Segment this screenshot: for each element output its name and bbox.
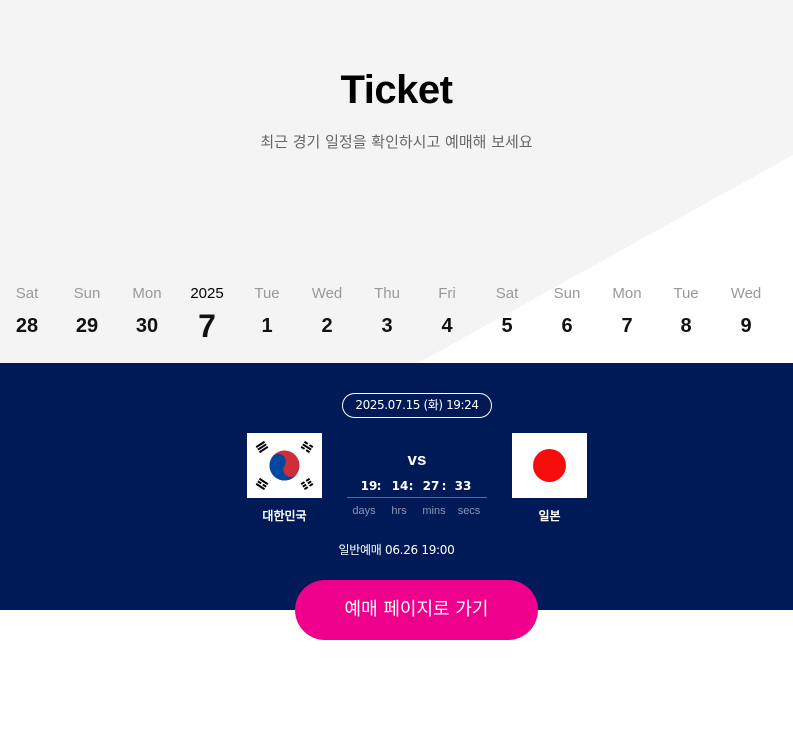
- date-weekday: Mon: [612, 285, 642, 302]
- date-item[interactable]: Tue 8: [656, 284, 716, 336]
- home-team-name: 대한민국: [262, 509, 307, 523]
- unit-seconds: secs: [457, 505, 481, 517]
- date-number: 3: [381, 315, 393, 337]
- date-weekday: Fri: [438, 285, 456, 302]
- date-weekday: Thu: [374, 285, 400, 302]
- date-number: 28: [15, 315, 39, 337]
- date-number: 6: [561, 315, 573, 337]
- presale-info: 일반예매 06.26 19:00: [338, 543, 455, 557]
- date-weekday: Sun: [73, 285, 101, 302]
- date-item[interactable]: Thu 3: [357, 284, 417, 336]
- countdown-separator: :: [441, 479, 447, 493]
- hero-section: Ticket 최근 경기 일정을 확인하시고 예매해 보세요 Sat 28 Su…: [0, 0, 793, 363]
- date-item[interactable]: Sat 5: [477, 284, 537, 336]
- date-number: 29: [75, 315, 99, 337]
- date-weekday: Wed: [311, 285, 343, 302]
- date-item[interactable]: Mon 30: [117, 284, 177, 336]
- date-item[interactable]: Wed 2: [297, 284, 357, 336]
- date-item[interactable]: Mon 7: [597, 284, 657, 336]
- date-weekday: Sat: [15, 285, 39, 302]
- unit-minutes: mins: [422, 505, 446, 517]
- date-weekday: Sat: [495, 285, 519, 302]
- match-datetime-badge: 2025.07.15 (화) 19:24: [342, 393, 492, 418]
- current-month: 7: [198, 308, 216, 344]
- date-number: 2: [321, 315, 333, 337]
- countdown-separator: :: [376, 479, 382, 493]
- page-title: Ticket: [340, 68, 453, 112]
- home-team: 대한민국: [247, 433, 322, 524]
- date-number: 7: [621, 315, 633, 337]
- countdown-separator: :: [408, 479, 414, 493]
- unit-hours: hrs: [391, 505, 407, 517]
- date-weekday: Mon: [132, 285, 162, 302]
- countdown-seconds: 33: [454, 479, 472, 493]
- date-item[interactable]: Sat 28: [0, 284, 57, 336]
- page-subtitle: 최근 경기 일정을 확인하시고 예매해 보세요: [260, 133, 533, 151]
- date-weekday: Wed: [730, 285, 762, 302]
- match-card: 2025.07.15 (화) 19:24 대한민국 vs 19: 14: 2…: [0, 363, 793, 610]
- date-number: 1: [261, 315, 273, 337]
- date-number: 9: [740, 315, 752, 337]
- countdown-timer: 19 : 14 : 27 : 33: [347, 477, 487, 498]
- korea-flag-icon: [247, 433, 322, 498]
- countdown-units: days hrs mins secs: [347, 505, 487, 521]
- date-number: 30: [135, 315, 159, 337]
- current-year: 2025: [190, 285, 224, 302]
- date-item[interactable]: Fri 4: [417, 284, 477, 336]
- date-strip: Sat 28 Sun 29 Mon 30 2025 7 Tue 1 Wed 2 …: [0, 284, 793, 344]
- current-month-item[interactable]: 2025 7: [177, 284, 237, 344]
- vs-label: vs: [407, 450, 427, 469]
- date-item[interactable]: Sun 29: [57, 284, 117, 336]
- date-number: 8: [680, 315, 692, 337]
- date-weekday: Tue: [254, 285, 280, 302]
- japan-flag-icon: [512, 433, 587, 498]
- date-weekday: Sun: [553, 285, 581, 302]
- date-number: 4: [441, 315, 453, 337]
- booking-page-button[interactable]: 예매 페이지로 가기: [295, 580, 538, 640]
- date-number: 5: [501, 315, 513, 337]
- unit-days: days: [352, 505, 376, 517]
- date-item[interactable]: Sun 6: [537, 284, 597, 336]
- away-team: 일본: [512, 433, 587, 524]
- date-item[interactable]: Wed 9: [716, 284, 776, 336]
- date-item[interactable]: Tue 1: [237, 284, 297, 336]
- date-weekday: Tue: [673, 285, 699, 302]
- away-team-name: 일본: [538, 509, 561, 523]
